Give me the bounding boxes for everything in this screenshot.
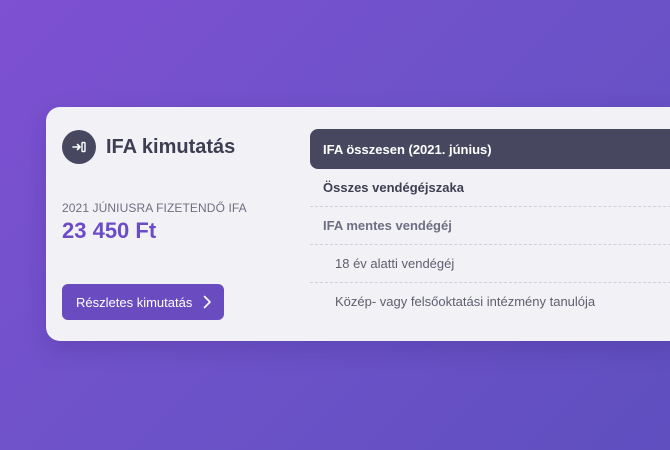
table-row: IFA mentes vendégéj (310, 207, 670, 245)
summary-panel: IFA kimutatás 2021 JÚNIUSRA FIZETENDŐ IF… (46, 107, 296, 341)
table-row: Összes vendégéjszaka (310, 169, 670, 207)
ifa-breakdown-table: IFA összesen (2021. június) Összes vendé… (310, 129, 670, 320)
table-header: IFA összesen (2021. június) (310, 129, 670, 169)
details-button[interactable]: Részletes kimutatás (62, 284, 225, 320)
ifa-summary-card: IFA kimutatás 2021 JÚNIUSRA FIZETENDŐ IF… (46, 107, 670, 341)
card-title: IFA kimutatás (106, 135, 236, 158)
due-label: 2021 JÚNIUSRA FIZETENDŐ IFA (62, 201, 247, 215)
exit-to-box-icon (62, 130, 96, 164)
table-row: 18 év alatti vendégéj (310, 245, 670, 283)
table-row: Közép- vagy felsőoktatási intézmény tanu… (335, 294, 596, 309)
details-button-label: Részletes kimutatás (76, 294, 193, 310)
chevron-right-icon (204, 295, 212, 309)
card-header: IFA kimutatás (62, 130, 235, 164)
due-amount: 23 450 Ft (62, 218, 157, 243)
